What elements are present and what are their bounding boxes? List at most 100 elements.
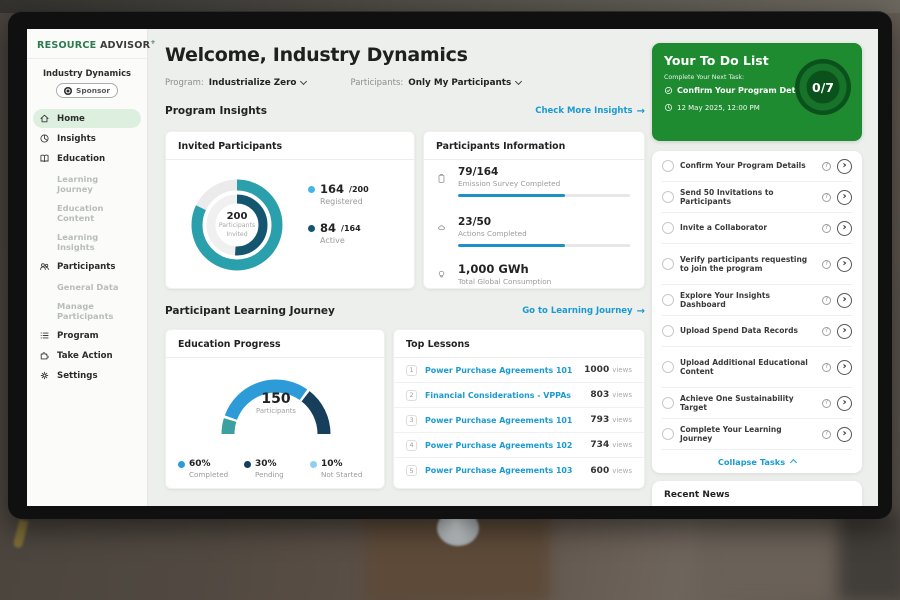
go-to-learning-journey-link[interactable]: Go to Learning Journey (522, 306, 645, 317)
chevron-right-icon[interactable] (837, 396, 852, 411)
chevron-right-icon[interactable] (837, 293, 852, 308)
sidebar: RESOURCE ADVISOR+ Industry Dynamics Spon… (27, 29, 148, 506)
sidebar-item-manage-participants[interactable]: Manage Participants (33, 296, 141, 325)
filter-bar: Program: Industrialize Zero Participants… (165, 78, 521, 88)
task-row[interactable]: Upload Spend Data Records (662, 316, 852, 347)
info-icon[interactable] (822, 399, 831, 408)
task-label: Upload Spend Data Records (680, 326, 816, 335)
lesson-views-suffix: views (612, 391, 632, 399)
task-checkbox[interactable] (662, 160, 674, 172)
chevron-right-icon[interactable] (837, 324, 852, 339)
task-row[interactable]: Verify participants requesting to join t… (662, 244, 852, 285)
legend-label: Completed (189, 470, 244, 479)
lesson-rank: 5 (406, 465, 417, 476)
sidebar-item-general-data[interactable]: General Data (33, 277, 141, 296)
chevron-down-icon (515, 78, 522, 85)
info-icon[interactable] (822, 224, 831, 233)
lesson-link[interactable]: Financial Considerations - VPPAs (425, 391, 590, 400)
chevron-right-icon[interactable] (837, 257, 852, 272)
lesson-link[interactable]: Power Purchase Agreements 101 (425, 416, 590, 425)
sidebar-item-learning-journey[interactable]: Learning Journey (33, 169, 141, 198)
lesson-link[interactable]: Power Purchase Agreements 103 (425, 466, 590, 475)
task-row[interactable]: Invite a Collaborator (662, 213, 852, 244)
completed-dot-icon (178, 461, 185, 468)
task-checkbox[interactable] (662, 191, 674, 203)
card-title: Invited Participants (166, 132, 414, 160)
sidebar-item-settings[interactable]: Settings (33, 366, 141, 385)
info-icon[interactable] (822, 363, 831, 372)
program-filter[interactable]: Program: Industrialize Zero (165, 78, 306, 88)
info-value: 23/50 (458, 216, 630, 228)
info-value: 79/164 (458, 166, 630, 178)
survey-icon (436, 169, 447, 180)
lesson-link[interactable]: Power Purchase Agreements 101 (425, 366, 584, 375)
chevron-right-icon[interactable] (837, 360, 852, 375)
sidebar-item-insights[interactable]: Insights (33, 129, 141, 148)
sidebar-item-label: Participants (57, 262, 116, 272)
sidebar-item-education-content[interactable]: Education Content (33, 198, 141, 227)
task-checkbox[interactable] (662, 258, 674, 270)
gear-icon (39, 370, 50, 381)
info-icon[interactable] (822, 327, 831, 336)
monitor-bezel: RESOURCE ADVISOR+ Industry Dynamics Spon… (8, 11, 892, 519)
learning-journey-header: Participant Learning Journey Go to Learn… (165, 305, 645, 317)
task-label: Achieve One Sustainability Target (680, 394, 816, 413)
info-icon[interactable] (822, 430, 831, 439)
task-checkbox[interactable] (662, 397, 674, 409)
task-row[interactable]: Send 50 Invitations to Participants (662, 182, 852, 213)
lesson-link[interactable]: Power Purchase Agreements 102 (425, 441, 590, 450)
task-row[interactable]: Complete Your Learning Journey (662, 419, 852, 450)
chevron-right-icon[interactable] (837, 159, 852, 174)
page-title: Welcome, Industry Dynamics (165, 44, 468, 66)
todo-next-task: Confirm Your Program Details (664, 86, 811, 95)
info-icon[interactable] (822, 162, 831, 171)
check-more-insights-link[interactable]: Check More Insights (535, 106, 645, 117)
sponsor-badge-icon (64, 87, 72, 95)
legend-value: 84 (320, 221, 336, 235)
task-row[interactable]: Confirm Your Program Details (662, 151, 852, 182)
info-icon[interactable] (822, 260, 831, 269)
sidebar-item-take-action[interactable]: Take Action (33, 346, 141, 365)
task-checkbox[interactable] (662, 428, 674, 440)
legend-pct: 10% (321, 459, 343, 469)
task-label: Verify participants requesting to join t… (680, 255, 816, 274)
lesson-rank: 3 (406, 415, 417, 426)
card-title: Participants Information (424, 132, 644, 160)
lesson-row: 4 Power Purchase Agreements 102 734 view… (394, 433, 644, 458)
sidebar-item-home[interactable]: Home (33, 109, 141, 128)
lesson-views: 803 (590, 390, 609, 400)
lesson-row: 2 Financial Considerations - VPPAs 803 v… (394, 383, 644, 408)
registered-dot-icon (308, 186, 315, 193)
link-label: Check More Insights (535, 106, 632, 116)
sidebar-item-program[interactable]: Program (33, 326, 141, 345)
program-insights-header: Program Insights Check More Insights (165, 105, 645, 117)
sidebar-item-label: Settings (57, 371, 98, 381)
chevron-up-icon (790, 459, 797, 466)
task-checkbox[interactable] (662, 325, 674, 337)
task-label: Complete Your Learning Journey (680, 425, 816, 444)
todo-title: Your To Do List (664, 53, 769, 68)
chevron-right-icon[interactable] (837, 427, 852, 442)
task-row[interactable]: Achieve One Sustainability Target (662, 388, 852, 419)
info-icon[interactable] (822, 193, 831, 202)
active-dot-icon (308, 225, 315, 232)
task-row[interactable]: Upload Additional Educational Content (662, 347, 852, 388)
sidebar-item-education[interactable]: Education (33, 149, 141, 168)
task-checkbox[interactable] (662, 222, 674, 234)
participants-filter[interactable]: Participants: Only My Participants (350, 78, 521, 88)
legend-value: 164 (320, 182, 344, 196)
recent-news-title: Recent News (652, 481, 862, 506)
sidebar-item-participants[interactable]: Participants (33, 257, 141, 276)
task-checkbox[interactable] (662, 361, 674, 373)
collapse-tasks-link[interactable]: Collapse Tasks (652, 450, 862, 473)
sidebar-item-learning-insights[interactable]: Learning Insights (33, 227, 141, 256)
task-checkbox[interactable] (662, 294, 674, 306)
app-logo: RESOURCE ADVISOR+ (27, 29, 147, 59)
chevron-down-icon (300, 78, 307, 85)
lesson-views-suffix: views (612, 467, 632, 475)
task-label: Confirm Your Program Details (680, 161, 816, 170)
info-icon[interactable] (822, 296, 831, 305)
task-row[interactable]: Explore Your Insights Dashboard (662, 285, 852, 316)
chevron-right-icon[interactable] (837, 190, 852, 205)
chevron-right-icon[interactable] (837, 221, 852, 236)
